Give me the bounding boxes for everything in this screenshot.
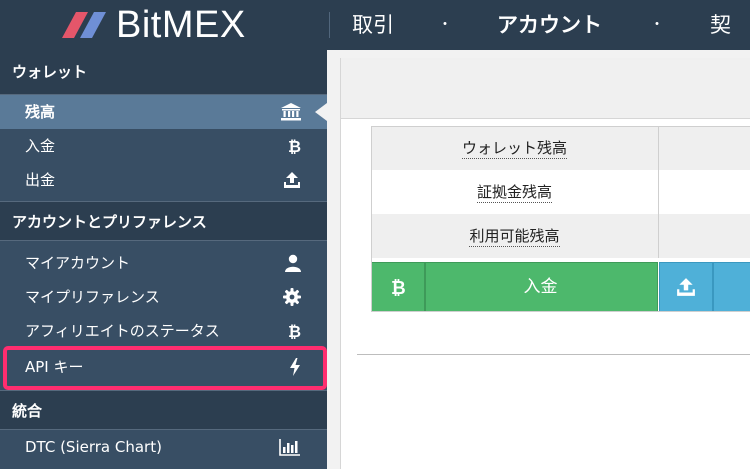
sidebar-item-label: 入金 (25, 137, 56, 155)
user-icon (285, 246, 301, 280)
nav-trade[interactable]: 取引 (352, 0, 394, 50)
nav-separator: ・ (438, 17, 452, 33)
svg-text:₿: ₿ (288, 137, 301, 155)
nav-account[interactable]: アカウント (497, 0, 602, 50)
upload-tray-icon (283, 163, 301, 197)
sidebar-item-label: 出金 (25, 171, 56, 189)
sidebar: ウォレット 残高 入金 ₿ 出金 アカウントとプリファレンス マイアカウント マ… (0, 50, 327, 469)
sidebar-item-label: DTC (Sierra Chart) (25, 438, 162, 456)
sidebar-item-dtc[interactable]: DTC (Sierra Chart) (0, 430, 327, 464)
sidebar-item-label: マイプリファレンス (25, 288, 160, 306)
active-indicator (315, 103, 327, 121)
brand-name: BitMEX (116, 3, 246, 46)
upload-tray-icon (660, 263, 714, 311)
balance-panel: ウォレット残高 証拠金残高 利用可能残高 ₿ 入金 (340, 58, 750, 469)
deposit-button-label: 入金 (523, 277, 558, 297)
available-balance-label[interactable]: 利用可能残高 (371, 214, 659, 258)
table-row: 利用可能残高 (371, 214, 750, 258)
svg-text:₿: ₿ (391, 278, 406, 297)
topbar-divider (329, 12, 330, 38)
margin-balance-label[interactable]: 証拠金残高 (371, 170, 659, 214)
sidebar-item-label: マイアカウント (25, 254, 131, 272)
gear-icon (283, 280, 301, 314)
table-row: ウォレット残高 (371, 126, 750, 170)
bitcoin-icon: ₿ (287, 129, 301, 163)
table-row: 証拠金残高 (371, 170, 750, 214)
section-divider (357, 354, 750, 355)
sidebar-item-withdraw[interactable]: 出金 (0, 163, 327, 197)
wallet-balance-label[interactable]: ウォレット残高 (371, 126, 659, 170)
bitcoin-icon: ₿ (287, 314, 301, 348)
top-navbar: BitMEX 取引 ・ アカウント ・ 契約 (0, 0, 750, 87)
sidebar-item-balance[interactable]: 残高 (0, 95, 327, 129)
bank-icon (281, 95, 301, 129)
withdraw-button[interactable] (659, 262, 750, 312)
sidebar-section-wallet: ウォレット (0, 50, 327, 95)
sidebar-item-label: 残高 (25, 103, 56, 121)
sidebar-item-deposit[interactable]: 入金 ₿ (0, 129, 327, 163)
svg-text:₿: ₿ (288, 322, 301, 340)
bitmex-logo[interactable]: BitMEX (62, 0, 246, 50)
bar-chart-icon (279, 430, 301, 464)
nav-contracts[interactable]: 契約 (710, 0, 750, 87)
panel-header (341, 58, 750, 119)
api-keys-highlight (3, 346, 327, 390)
sidebar-section-account: アカウントとプリファレンス (0, 201, 327, 241)
bitcoin-icon: ₿ (372, 263, 426, 311)
bitmex-logo-icon (62, 12, 106, 38)
sidebar-item-my-preferences[interactable]: マイプリファレンス (0, 280, 327, 314)
sidebar-item-my-account[interactable]: マイアカウント (0, 246, 327, 280)
nav-separator: ・ (650, 17, 664, 33)
sidebar-section-integrations: 統合 (0, 390, 327, 430)
sidebar-item-label: アフィリエイトのステータス (25, 322, 220, 340)
deposit-button[interactable]: ₿ 入金 (371, 262, 658, 312)
sidebar-item-affiliate-status[interactable]: アフィリエイトのステータス ₿ (0, 314, 327, 348)
